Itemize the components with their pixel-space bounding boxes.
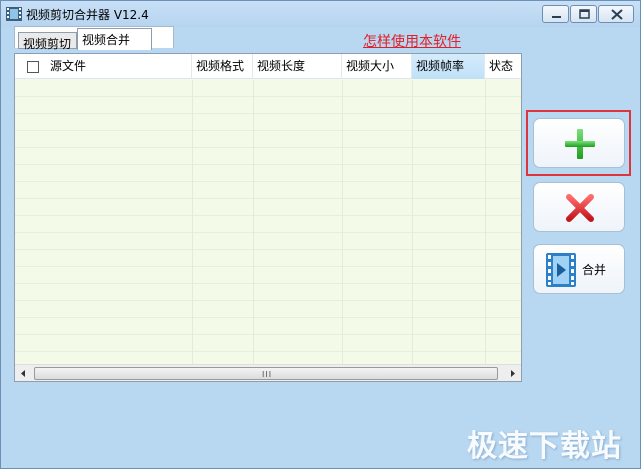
column-header-format[interactable]: 视频格式 [192,54,253,79]
column-header-size[interactable]: 视频大小 [342,54,412,79]
scrollbar-thumb[interactable]: III [34,367,498,380]
scroll-right-arrow-icon[interactable] [504,365,521,382]
column-header-length[interactable]: 视频长度 [253,54,342,79]
plus-icon [565,129,595,159]
help-link[interactable]: 怎样使用本软件 [363,31,461,51]
scroll-left-arrow-icon[interactable] [15,365,32,382]
tab-video-merge[interactable]: 视频合并 [77,28,152,50]
column-header-status[interactable]: 状态 [485,54,521,79]
minimize-button[interactable] [542,5,569,23]
tab-video-cut[interactable]: 视频剪切 [18,32,77,51]
add-file-button[interactable] [533,118,625,168]
watermark: 极速下载站 [467,429,622,464]
film-app-icon [6,7,22,21]
merge-button[interactable]: 合并 [533,244,625,294]
list-rows-area [15,80,521,364]
horizontal-scrollbar[interactable]: III [15,364,521,381]
column-divider [342,80,343,364]
merge-button-label: 合并 [582,263,607,277]
column-divider [192,80,193,364]
column-divider [412,80,413,364]
column-header-source[interactable]: 源文件 [15,54,192,79]
select-all-checkbox[interactable] [27,61,39,73]
file-list[interactable]: 源文件 视频格式 视频长度 视频大小 视频帧率 状态 III [14,53,522,382]
delete-file-button[interactable] [533,182,625,232]
maximize-icon [579,9,590,19]
minimize-icon [552,16,561,18]
maximize-button[interactable] [570,5,597,23]
film-play-icon [546,253,576,287]
column-header-source-label: 源文件 [50,59,87,73]
scrollbar-grip: III [262,370,273,379]
window-title: 视频剪切合并器 V12.4 [26,8,149,22]
column-header-framerate[interactable]: 视频帧率 [412,54,485,79]
title-bar: 视频剪切合并器 V12.4 [1,1,640,27]
close-icon [611,9,623,20]
red-x-icon [566,194,594,222]
column-divider [253,80,254,364]
list-header: 源文件 视频格式 视频长度 视频大小 视频帧率 状态 [15,54,521,79]
column-divider [485,80,486,364]
app-window: 视频剪切合并器 V12.4 视频剪切 视频合并 怎样使用本软件 源文件 视频格式… [0,0,641,469]
tab-strip: 视频剪切 视频合并 [14,26,174,51]
close-button[interactable] [598,5,634,23]
